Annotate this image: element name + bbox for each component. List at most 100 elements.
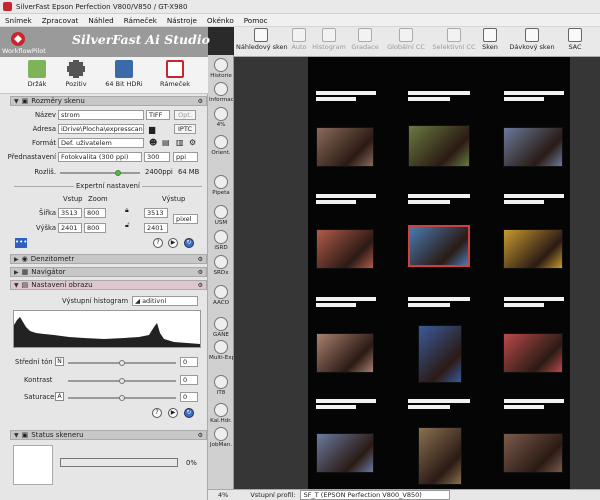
saturation-mode-icon[interactable]: A xyxy=(55,392,64,401)
width-output-field[interactable]: 3513 xyxy=(144,208,168,218)
address-field[interactable]: iDrive\Plocha\expresscan xyxy=(58,124,144,134)
sidebar-tool-it8[interactable]: IT8 xyxy=(209,375,233,396)
user-icon[interactable]: ☻ xyxy=(149,138,157,147)
play-icon[interactable]: ▶ xyxy=(168,408,178,418)
menu-item-nahled[interactable]: Náhled xyxy=(88,16,113,25)
unit-select[interactable]: pixel xyxy=(173,214,198,224)
selective-cc-button[interactable]: Selektivní CC xyxy=(432,28,476,51)
opt-button[interactable]: Opt. xyxy=(174,110,196,120)
refresh-icon[interactable]: ↻ xyxy=(184,408,194,418)
menu-item-snimek[interactable]: Snímek xyxy=(5,16,32,25)
sidebar-tool-gane[interactable]: GANE xyxy=(209,317,233,338)
image-settings-header[interactable]: ▼ ▤ Nastavení obrazu ⚙ xyxy=(10,280,207,290)
sidebar-tool-zoom[interactable]: 4% xyxy=(209,107,233,128)
film-frame[interactable] xyxy=(503,229,563,269)
gear-icon[interactable]: ⚙ xyxy=(198,282,203,289)
folder-icon[interactable]: ▆ xyxy=(149,125,155,134)
gear-icon[interactable]: ⚙ xyxy=(198,432,203,439)
sidebar-tool-info[interactable]: Informace xyxy=(209,82,233,103)
positive-button[interactable]: Pozitiv xyxy=(56,60,96,88)
sidebar-tool-jobmanager[interactable]: JobMan. xyxy=(209,427,233,448)
contrast-knob[interactable] xyxy=(119,378,125,384)
scan-button[interactable]: Sken xyxy=(480,28,500,51)
menu-item-nastroje[interactable]: Nástroje xyxy=(167,16,197,25)
sidebar-tool-pipette[interactable]: Pipeta xyxy=(209,175,233,196)
settings-icon[interactable]: ⚙ xyxy=(189,138,196,147)
format-select[interactable]: TIFF xyxy=(146,110,170,120)
contrast-slider[interactable] xyxy=(68,378,176,384)
resolution-slider[interactable] xyxy=(60,170,140,176)
preset-select[interactable]: Fotokvalita (300 ppi) xyxy=(58,152,142,162)
holder-button[interactable]: Držák xyxy=(17,60,57,88)
sidebar-tool-orientation[interactable]: Orient. xyxy=(209,135,233,156)
saturation-value[interactable]: 0 xyxy=(180,392,198,402)
menu-item-pomoc[interactable]: Pomoc xyxy=(244,16,268,25)
midtone-knob[interactable] xyxy=(119,360,125,366)
save-icon[interactable]: ▥ xyxy=(176,138,184,147)
scan-dims-header[interactable]: ▼ ▣ Rozměry skenu ⚙ xyxy=(10,96,207,106)
batch-scan-button[interactable]: Dávkový sken xyxy=(506,28,558,51)
format-field[interactable]: Def. uživatelem xyxy=(58,138,144,148)
menu-item-zpracovat[interactable]: Zpracovat xyxy=(42,16,79,25)
midtone-value[interactable]: 0 xyxy=(180,357,198,367)
more-icon[interactable]: ••• xyxy=(15,238,27,248)
height-input-field[interactable]: 2401 xyxy=(58,223,82,233)
workflowpilot-button[interactable] xyxy=(6,31,30,47)
navigator-header[interactable]: ▶ ▦ Navigátor ⚙ xyxy=(10,267,207,277)
ppi-unit-select[interactable]: ppi xyxy=(173,152,198,162)
auto-button[interactable]: Auto xyxy=(290,28,308,51)
sidebar-tool-calibration[interactable]: Kal.Hdr. xyxy=(209,403,233,424)
film-frame[interactable] xyxy=(408,225,470,267)
film-frame[interactable] xyxy=(408,125,470,167)
gear-icon[interactable]: ⚙ xyxy=(198,269,203,276)
menu-item-okenko[interactable]: Okénko xyxy=(207,16,234,25)
histogram-button[interactable]: Histogram xyxy=(312,28,346,51)
ppi-field[interactable]: 300 xyxy=(144,152,170,162)
film-frame[interactable] xyxy=(503,127,563,167)
refresh-icon[interactable]: ↻ xyxy=(184,238,194,248)
sidebar-tool-srdx[interactable]: SRDx xyxy=(209,255,233,276)
help-icon[interactable]: ? xyxy=(153,238,163,248)
sidebar-tool-isrd[interactable]: iSRD xyxy=(209,230,233,251)
gear-icon[interactable]: ⚙ xyxy=(198,98,203,105)
sidebar-tool-history[interactable]: Historie xyxy=(209,58,233,79)
hdr-button[interactable]: 64 Bit HDRi xyxy=(104,60,144,88)
menu-item-ramecek[interactable]: Rámeček xyxy=(124,16,157,25)
saturation-slider[interactable] xyxy=(68,395,176,401)
name-field[interactable]: strom xyxy=(58,110,144,120)
film-frame[interactable] xyxy=(503,333,563,373)
folder-open-icon[interactable]: ▤ xyxy=(162,138,170,147)
film-frame[interactable] xyxy=(418,325,462,383)
lock-icon[interactable]: 🔒︎ xyxy=(125,206,129,215)
height-zoom-field[interactable]: 800 xyxy=(84,223,106,233)
iptc-button[interactable]: IPTC xyxy=(174,124,196,134)
film-frame[interactable] xyxy=(316,127,374,167)
width-input-field[interactable]: 3513 xyxy=(58,208,82,218)
sidebar-tool-multi-expo[interactable]: Multi-Expo xyxy=(209,340,233,361)
width-zoom-field[interactable]: 800 xyxy=(84,208,106,218)
densitometer-header[interactable]: ▶ ◉ Denzitometr ⚙ xyxy=(10,254,207,264)
sidebar-tool-aaco[interactable]: AACO xyxy=(209,285,233,306)
frame-button[interactable]: Rámeček xyxy=(155,60,195,88)
input-profile-select[interactable]: SF_T (EPSON Perfection V800_V850) xyxy=(299,490,450,500)
sac-button[interactable]: SAC xyxy=(564,28,586,51)
histogram-mode-select[interactable]: ◢ aditivní xyxy=(132,296,198,306)
midtone-mode-icon[interactable]: N xyxy=(55,357,64,366)
film-frame[interactable] xyxy=(316,333,374,373)
unlock-icon[interactable]: 🔓︎ xyxy=(125,221,130,230)
film-frame[interactable] xyxy=(503,433,563,473)
help-icon[interactable]: ? xyxy=(152,408,162,418)
midtone-slider[interactable] xyxy=(68,360,176,366)
film-frame[interactable] xyxy=(316,433,374,473)
preview-scan-button[interactable]: Náhledový sken xyxy=(236,28,288,51)
global-cc-button[interactable]: Globální CC xyxy=(384,28,428,51)
height-output-field[interactable]: 2401 xyxy=(144,223,168,233)
saturation-knob[interactable] xyxy=(119,395,125,401)
resolution-knob[interactable] xyxy=(114,170,121,176)
gear-icon[interactable]: ⚙ xyxy=(198,256,203,263)
scanner-status-header[interactable]: ▼ ▣ Status skeneru ⚙ xyxy=(10,430,207,440)
sidebar-tool-usm[interactable]: USM xyxy=(209,205,233,226)
film-frame[interactable] xyxy=(316,229,374,269)
film-frame[interactable] xyxy=(418,427,462,485)
gradation-button[interactable]: Gradace xyxy=(350,28,380,51)
